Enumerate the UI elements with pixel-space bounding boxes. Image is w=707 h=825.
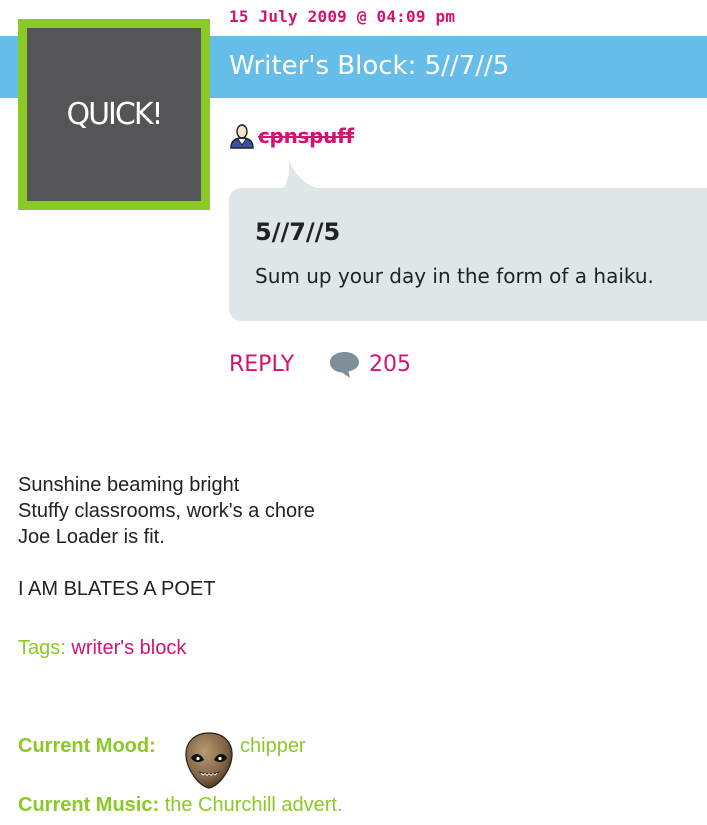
- music-row: Current Music: the Churchill advert.: [18, 794, 343, 817]
- tags-row: Tags: writer's block: [18, 637, 186, 660]
- entry-title[interactable]: Writer's Block: 5//7//5: [229, 51, 509, 81]
- tag-link[interactable]: writer's block: [71, 637, 186, 659]
- comment-count[interactable]: 205: [369, 352, 411, 377]
- username[interactable]: cpnspuff: [258, 124, 354, 148]
- mood-label: Current Mood:: [18, 735, 156, 757]
- question-text: Sum up your day in the form of a haiku.: [255, 264, 654, 288]
- music-value: the Churchill advert.: [164, 794, 343, 816]
- body-line: Sunshine beaming bright: [18, 474, 240, 496]
- comment-bubble-icon[interactable]: [329, 350, 360, 379]
- avatar[interactable]: QUICK!: [18, 19, 210, 210]
- reply-link[interactable]: REPLY: [229, 352, 294, 377]
- body-line: [18, 550, 315, 576]
- entry-body: Sunshine beaming bright Stuffy classroom…: [18, 472, 315, 602]
- speech-bubble-tail: [283, 158, 325, 190]
- body-line: I AM BLATES A POET: [18, 578, 216, 600]
- music-label: Current Music:: [18, 794, 160, 816]
- question-title: 5//7//5: [255, 218, 341, 246]
- mood-value: chipper: [240, 735, 306, 757]
- body-line: Joe Loader is fit.: [18, 526, 165, 548]
- alien-face-icon: [185, 732, 233, 789]
- question-bubble: [229, 188, 707, 321]
- tags-label: Tags:: [18, 637, 66, 659]
- entry-date: 15 July 2009 @ 04:09 pm: [229, 7, 456, 26]
- user-icon: [230, 124, 254, 149]
- avatar-text: QUICK!: [27, 28, 201, 201]
- body-line: Stuffy classrooms, work's a chore: [18, 500, 315, 522]
- user-link[interactable]: cpnspuff: [229, 123, 354, 149]
